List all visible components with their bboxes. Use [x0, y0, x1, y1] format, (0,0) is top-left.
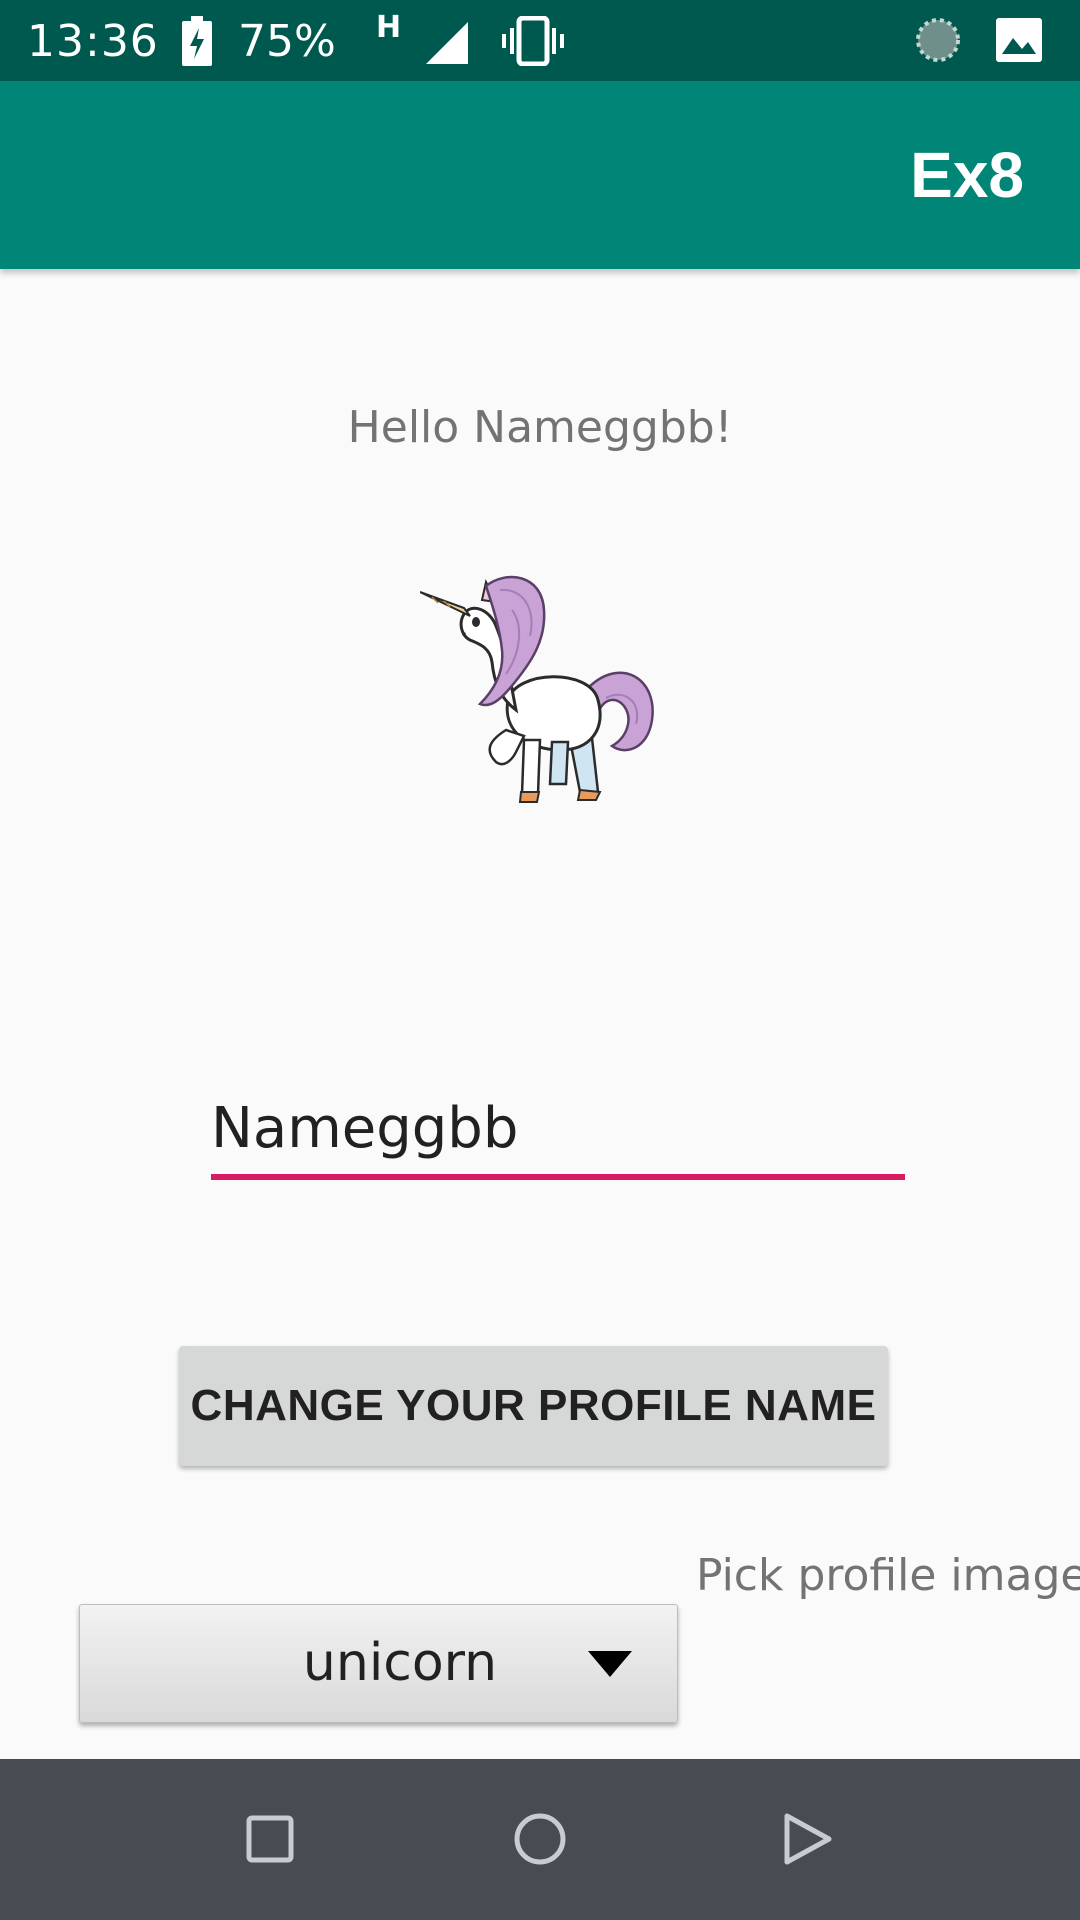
status-bar: 13:36 75% H	[0, 0, 1080, 81]
navigation-bar	[0, 1759, 1080, 1920]
greeting-text: Hello Nameggbb!	[347, 402, 733, 453]
recents-icon	[246, 1815, 294, 1863]
back-icon	[784, 1813, 832, 1865]
network-type: H	[376, 10, 402, 45]
status-time: 13:36	[27, 16, 159, 67]
profile-image-spinner[interactable]: unicorn	[79, 1604, 678, 1723]
profile-name-input[interactable]	[211, 1086, 905, 1172]
vibrate-icon	[502, 16, 564, 66]
battery-percentage: 75%	[238, 16, 336, 67]
pick-profile-image-label: Pick profile image	[696, 1550, 1080, 1601]
image-icon	[996, 18, 1042, 62]
change-profile-name-button[interactable]: CHANGE YOUR PROFILE NAME	[179, 1346, 888, 1466]
unicorn-image	[420, 575, 654, 803]
home-button[interactable]	[500, 1799, 580, 1879]
profile-name-field[interactable]	[211, 1086, 905, 1182]
battery-charging-icon	[182, 16, 212, 66]
app-title: Ex8	[910, 139, 1024, 211]
app-bar: Ex8	[0, 81, 1080, 269]
screen: 13:36 75% H Ex8 Hello Nameggbb! Nameggbb…	[0, 0, 1080, 1920]
recents-button[interactable]	[230, 1799, 310, 1879]
back-button[interactable]	[768, 1799, 848, 1879]
signal-icon	[426, 22, 468, 64]
sync-icon	[916, 18, 960, 62]
input-underline	[211, 1174, 905, 1180]
dropdown-arrow-icon	[588, 1651, 632, 1677]
home-icon	[514, 1813, 566, 1865]
